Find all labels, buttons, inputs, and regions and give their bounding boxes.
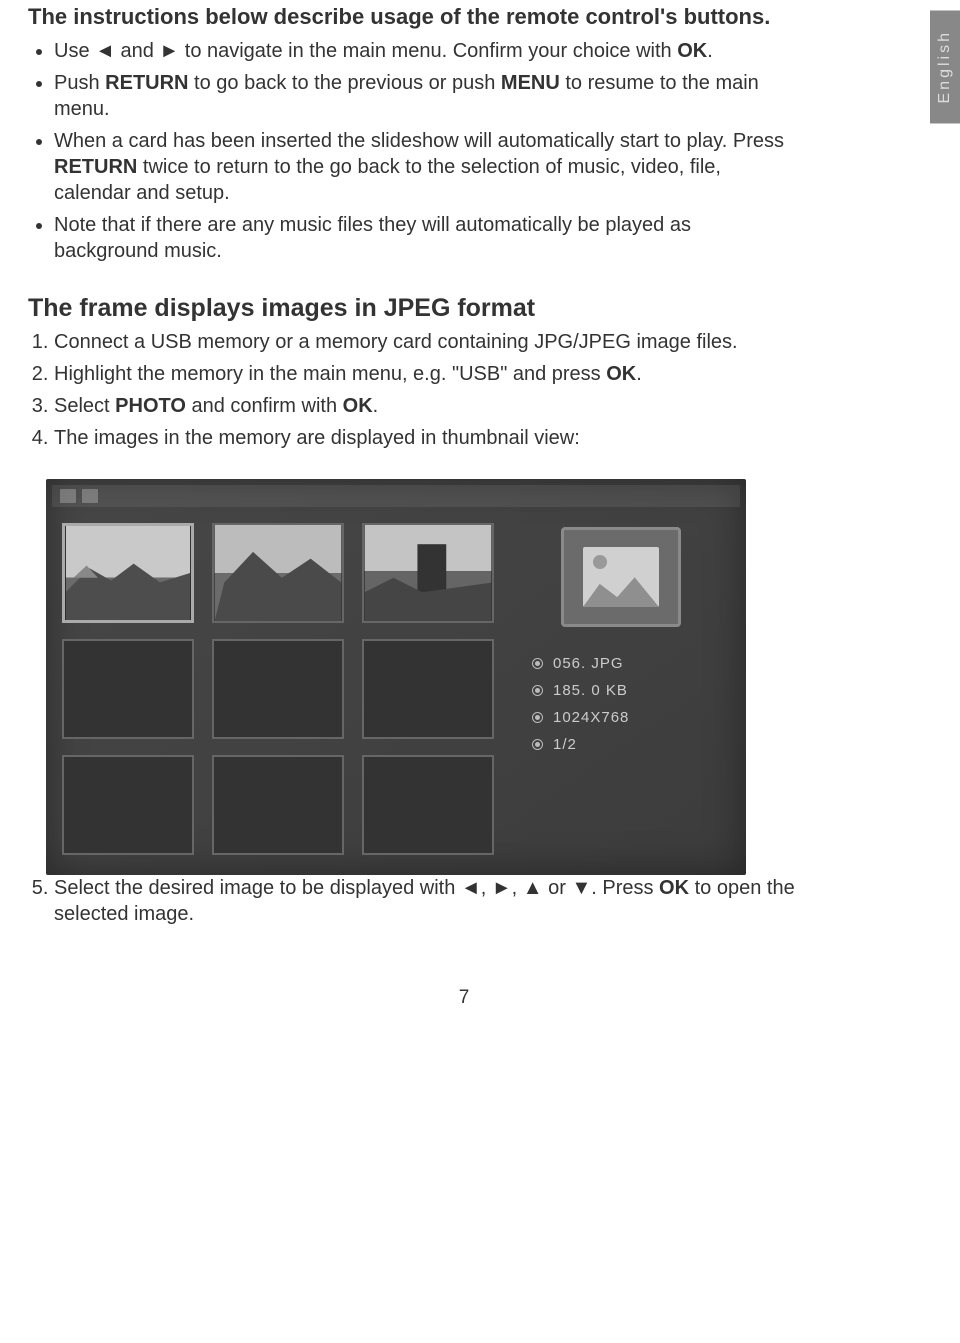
- text: Select the desired image to be displayed…: [54, 877, 461, 899]
- text: .: [373, 395, 379, 417]
- up-arrow-icon: ▲: [523, 877, 543, 899]
- language-tab: English: [930, 10, 960, 123]
- steps-list-continued: Select the desired image to be displayed…: [28, 875, 798, 927]
- bullet-slideshow: When a card has been inserted the slides…: [54, 128, 788, 206]
- right-arrow-icon: ►: [159, 40, 179, 62]
- thumbnail-selected: [62, 523, 194, 623]
- text: .: [636, 363, 642, 385]
- text: Highlight the memory in the main menu, e…: [54, 363, 606, 385]
- return-label: RETURN: [54, 156, 137, 178]
- left-arrow-icon: ◄: [461, 877, 481, 899]
- meta-value: 056. JPG: [553, 655, 624, 672]
- bullet-icon: [532, 712, 543, 723]
- bullet-music: Note that if there are any music files t…: [54, 212, 788, 264]
- left-arrow-icon: ◄: [95, 40, 115, 62]
- intro-heading: The instructions below describe usage of…: [28, 4, 900, 30]
- text: Push: [54, 72, 105, 94]
- landscape-image-icon: [214, 525, 342, 621]
- topbar-icon: [82, 489, 98, 503]
- step-3: Select PHOTO and confirm with OK.: [54, 393, 798, 419]
- thumbnail-empty: [362, 755, 494, 855]
- thumbnail: [212, 523, 344, 623]
- ok-label: OK: [677, 40, 707, 62]
- bullet-icon: [532, 658, 543, 669]
- landscape-image-icon: [65, 526, 191, 620]
- text: and: [115, 40, 159, 62]
- meta-value: 1/2: [553, 736, 577, 753]
- step-5: Select the desired image to be displayed…: [54, 875, 798, 927]
- thumbnail: [362, 523, 494, 623]
- step-1: Connect a USB memory or a memory card co…: [54, 329, 798, 355]
- text: .: [707, 40, 713, 62]
- page-number: 7: [28, 987, 900, 1009]
- text: ,: [512, 877, 523, 899]
- meta-value: 1024X768: [553, 709, 629, 726]
- info-panel: 056. JPG 185. 0 KB 1024X768 1/2: [512, 523, 730, 855]
- meta-resolution: 1024X768: [532, 709, 730, 726]
- thumbnail-empty: [212, 639, 344, 739]
- bullet-navigate: Use ◄ and ► to navigate in the main menu…: [54, 38, 788, 64]
- image-placeholder-icon: [583, 547, 659, 607]
- text: to go back to the previous or push: [189, 72, 501, 94]
- text: ,: [481, 877, 492, 899]
- text: When a card has been inserted the slides…: [54, 130, 784, 152]
- thumbnail-empty: [62, 639, 194, 739]
- text: twice to return to the go back to the se…: [54, 156, 721, 204]
- text: or: [543, 877, 572, 899]
- thumbnail-empty: [212, 755, 344, 855]
- thumbnail-grid: [62, 523, 494, 855]
- thumbnail-screenshot: 056. JPG 185. 0 KB 1024X768 1/2: [46, 479, 746, 875]
- bullet-icon: [532, 685, 543, 696]
- step-4: The images in the memory are displayed i…: [54, 425, 798, 451]
- menu-label: MENU: [501, 72, 560, 94]
- landscape-image-icon: [364, 525, 492, 621]
- intro-bullet-list: Use ◄ and ► to navigate in the main menu…: [28, 38, 788, 264]
- meta-page: 1/2: [532, 736, 730, 753]
- meta-filename: 056. JPG: [532, 655, 730, 672]
- screenshot-topbar: [52, 485, 740, 507]
- section-heading: The frame displays images in JPEG format: [28, 294, 900, 323]
- down-arrow-icon: ▼: [571, 877, 591, 899]
- steps-list: Connect a USB memory or a memory card co…: [28, 329, 798, 451]
- thumbnail-empty: [62, 755, 194, 855]
- ok-label: OK: [606, 363, 636, 385]
- text: to navigate in the main menu. Confirm yo…: [179, 40, 677, 62]
- preview-box: [561, 527, 681, 627]
- bullet-icon: [532, 739, 543, 750]
- text: Use: [54, 40, 95, 62]
- text: . Press: [591, 877, 659, 899]
- meta-filesize: 185. 0 KB: [532, 682, 730, 699]
- photo-label: PHOTO: [115, 395, 186, 417]
- text: Select: [54, 395, 115, 417]
- meta-value: 185. 0 KB: [553, 682, 628, 699]
- return-label: RETURN: [105, 72, 188, 94]
- right-arrow-icon: ►: [492, 877, 512, 899]
- step-2: Highlight the memory in the main menu, e…: [54, 361, 798, 387]
- ok-label: OK: [659, 877, 689, 899]
- bullet-return-menu: Push RETURN to go back to the previous o…: [54, 70, 788, 122]
- text: and confirm with: [186, 395, 343, 417]
- thumbnail-empty: [362, 639, 494, 739]
- topbar-icon: [60, 489, 76, 503]
- ok-label: OK: [343, 395, 373, 417]
